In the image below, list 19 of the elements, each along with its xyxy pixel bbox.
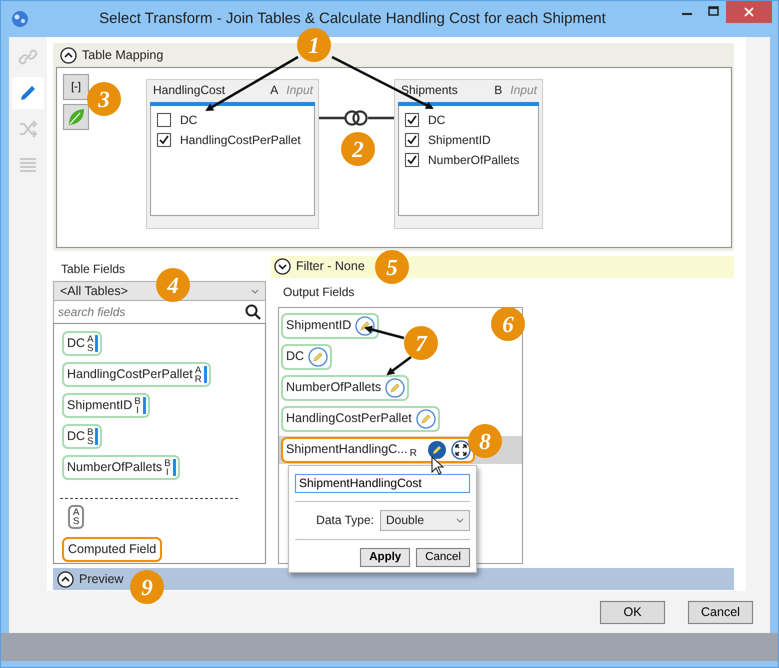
table-alias: A [270, 82, 278, 99]
table-name: Shipments [401, 82, 459, 99]
data-type-label: Data Type: [316, 512, 374, 530]
field-name: DC [428, 112, 446, 129]
section-title: Table Mapping [82, 46, 164, 64]
table-role: Input [510, 82, 537, 99]
filter-label: Filter - None [296, 258, 365, 276]
section-label: Table Fields [60, 260, 126, 278]
field-name: HandlingCostPerPallet [180, 132, 301, 149]
field-name: DC [180, 112, 198, 129]
field-name: NumberOfPallets [428, 152, 520, 169]
table-role: Input [286, 82, 313, 99]
callout-tooltip: 1 [297, 28, 331, 62]
field-name: ShipmentID [428, 132, 491, 149]
preview-label: Preview [79, 570, 124, 588]
window-title: Select Transform - Join Tables & Calculate Handling Cost for each Shipment [98, 8, 607, 29]
table-alias: B [494, 82, 502, 99]
table-name: HandlingCost [153, 82, 226, 99]
section-label: Output Fields [282, 284, 356, 302]
